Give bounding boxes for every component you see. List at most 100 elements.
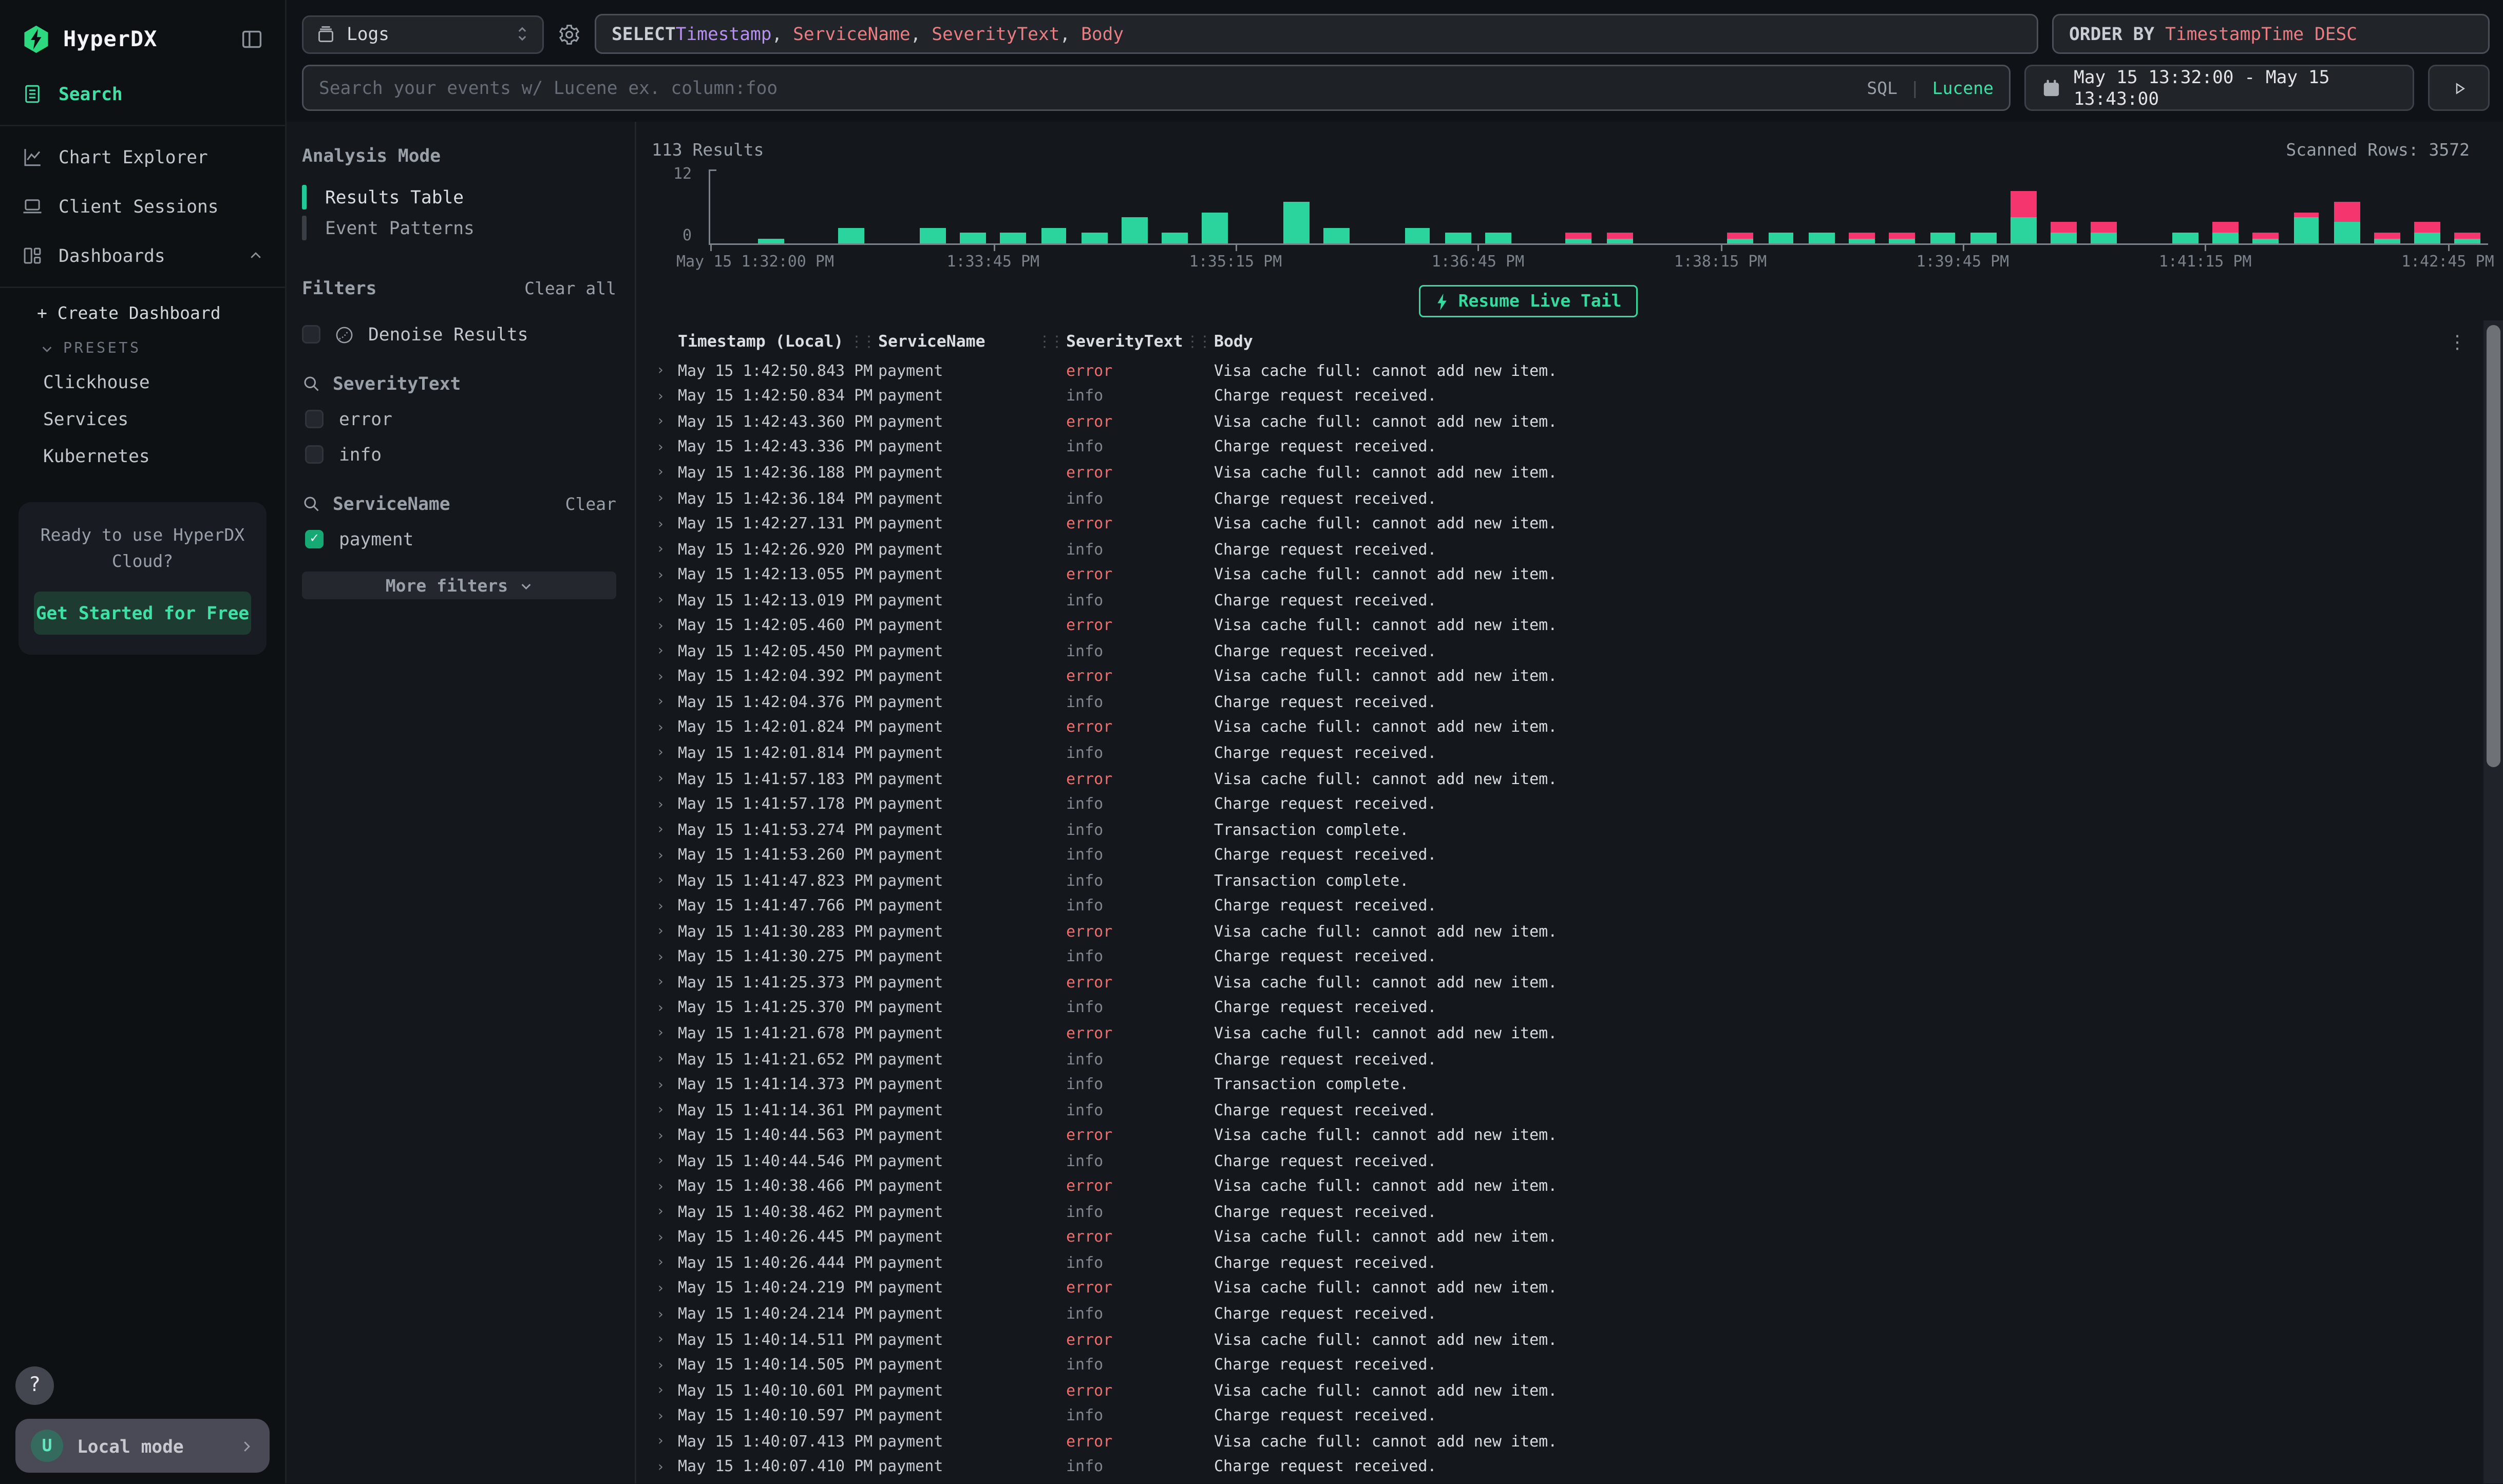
row-expand-chevron-icon[interactable]: › bbox=[652, 1383, 678, 1399]
histogram-bar[interactable] bbox=[1728, 233, 1753, 243]
sidebar-item-chart-explorer[interactable]: Chart Explorer bbox=[0, 132, 285, 182]
sidebar-collapse-icon[interactable] bbox=[240, 28, 263, 51]
table-row[interactable]: ›May 15 1:40:44.563 PMpaymenterrorVisa c… bbox=[652, 1124, 2503, 1149]
filter-option-info[interactable]: info bbox=[302, 444, 616, 465]
row-expand-chevron-icon[interactable]: › bbox=[652, 415, 678, 430]
table-row[interactable]: ›May 15 1:41:14.373 PMpaymentinfoTransac… bbox=[652, 1073, 2503, 1098]
row-expand-chevron-icon[interactable]: › bbox=[652, 568, 678, 583]
histogram-bar[interactable] bbox=[1162, 233, 1188, 243]
table-row[interactable]: ›May 15 1:41:47.766 PMpaymentinfoCharge … bbox=[652, 894, 2503, 920]
table-row[interactable]: ›May 15 1:41:30.283 PMpaymenterrorVisa c… bbox=[652, 920, 2503, 945]
row-expand-chevron-icon[interactable]: › bbox=[652, 1333, 678, 1348]
table-row[interactable]: ›May 15 1:40:38.466 PMpaymenterrorVisa c… bbox=[652, 1175, 2503, 1201]
row-expand-chevron-icon[interactable]: › bbox=[652, 848, 678, 864]
histogram-bar[interactable] bbox=[1566, 233, 1591, 243]
histogram-bar[interactable] bbox=[2051, 222, 2077, 243]
row-expand-chevron-icon[interactable]: › bbox=[652, 772, 678, 787]
table-row[interactable]: ›May 15 1:42:26.920 PMpaymentinfoCharge … bbox=[652, 537, 2503, 563]
table-row[interactable]: ›May 15 1:40:07.410 PMpaymentinfoCharge … bbox=[652, 1455, 2503, 1481]
row-expand-chevron-icon[interactable]: › bbox=[652, 1282, 678, 1297]
row-expand-chevron-icon[interactable]: › bbox=[652, 1103, 678, 1118]
row-expand-chevron-icon[interactable]: › bbox=[652, 1435, 678, 1450]
filter-option-payment[interactable]: ✓payment bbox=[302, 528, 616, 550]
table-row[interactable]: ›May 15 1:40:38.462 PMpaymentinfoCharge … bbox=[652, 1200, 2503, 1226]
table-row[interactable]: ›May 15 1:42:04.376 PMpaymentinfoCharge … bbox=[652, 690, 2503, 716]
table-row[interactable]: ›May 15 1:42:04.392 PMpaymenterrorVisa c… bbox=[652, 665, 2503, 691]
table-row[interactable]: ›May 15 1:42:13.019 PMpaymentinfoCharge … bbox=[652, 588, 2503, 614]
denoise-results-checkbox[interactable]: Denoise Results bbox=[302, 324, 616, 345]
row-expand-chevron-icon[interactable]: › bbox=[652, 1205, 678, 1221]
checkbox[interactable] bbox=[305, 410, 324, 428]
row-expand-chevron-icon[interactable]: › bbox=[652, 1358, 678, 1374]
table-row[interactable]: ›May 15 1:41:30.275 PMpaymentinfoCharge … bbox=[652, 945, 2503, 971]
filter-option-error[interactable]: error bbox=[302, 408, 616, 430]
preset-item-clickhouse[interactable]: Clickhouse bbox=[0, 364, 285, 401]
row-expand-chevron-icon[interactable]: › bbox=[652, 874, 678, 889]
histogram-bar[interactable] bbox=[1405, 227, 1430, 243]
histogram-bar[interactable] bbox=[1768, 233, 1794, 243]
row-expand-chevron-icon[interactable]: › bbox=[652, 1154, 678, 1170]
resume-live-tail-button[interactable]: Resume Live Tail bbox=[1418, 285, 1637, 317]
table-row[interactable]: ›May 15 1:41:47.823 PMpaymentinfoTransac… bbox=[652, 869, 2503, 895]
table-row[interactable]: ›May 15 1:40:10.597 PMpaymentinfoCharge … bbox=[652, 1404, 2503, 1430]
table-row[interactable]: ›May 15 1:42:05.450 PMpaymentinfoCharge … bbox=[652, 639, 2503, 665]
row-expand-chevron-icon[interactable]: › bbox=[652, 1179, 678, 1195]
run-query-button[interactable] bbox=[2428, 65, 2490, 111]
filter-clear-button[interactable]: Clear bbox=[565, 494, 616, 514]
histogram-bar[interactable] bbox=[1122, 217, 1147, 243]
lang-toggle-sql[interactable]: SQL bbox=[1867, 78, 1898, 98]
histogram-bar[interactable] bbox=[1202, 212, 1228, 244]
table-row[interactable]: ›May 15 1:40:24.214 PMpaymentinfoCharge … bbox=[652, 1302, 2503, 1328]
order-by-input[interactable]: ORDER BYTimestampTime DESC bbox=[2052, 14, 2490, 54]
row-expand-chevron-icon[interactable]: › bbox=[652, 517, 678, 532]
analysis-mode-results-table[interactable]: Results Table bbox=[302, 182, 616, 213]
histogram-bar[interactable] bbox=[960, 233, 985, 243]
table-row[interactable]: ›May 15 1:41:53.260 PMpaymentinfoCharge … bbox=[652, 843, 2503, 869]
histogram-bar[interactable] bbox=[1081, 233, 1107, 243]
table-row[interactable]: ›May 15 1:40:07.413 PMpaymenterrorVisa c… bbox=[652, 1430, 2503, 1455]
row-expand-chevron-icon[interactable]: › bbox=[652, 899, 678, 915]
row-expand-chevron-icon[interactable]: › bbox=[652, 594, 678, 609]
histogram-bar[interactable] bbox=[2091, 222, 2117, 243]
histogram-bar[interactable] bbox=[1283, 201, 1309, 243]
row-expand-chevron-icon[interactable]: › bbox=[652, 1129, 678, 1144]
column-resize-handle[interactable]: ⋮⋮ bbox=[849, 334, 870, 351]
table-row[interactable]: ›May 15 1:40:24.219 PMpaymenterrorVisa c… bbox=[652, 1277, 2503, 1302]
table-row[interactable]: ›May 15 1:42:43.360 PMpaymenterrorVisa c… bbox=[652, 410, 2503, 435]
table-row[interactable]: ›May 15 1:41:21.652 PMpaymentinfoCharge … bbox=[652, 1047, 2503, 1073]
row-expand-chevron-icon[interactable]: › bbox=[652, 1231, 678, 1246]
row-expand-chevron-icon[interactable]: › bbox=[652, 1026, 678, 1042]
row-expand-chevron-icon[interactable]: › bbox=[652, 644, 678, 660]
table-row[interactable]: ›May 15 1:41:21.678 PMpaymenterrorVisa c… bbox=[652, 1022, 2503, 1048]
account-menu[interactable]: U Local mode bbox=[15, 1419, 270, 1473]
row-expand-chevron-icon[interactable]: › bbox=[652, 823, 678, 838]
histogram-bar[interactable] bbox=[2374, 233, 2400, 243]
lang-toggle-lucene[interactable]: Lucene bbox=[1932, 78, 1994, 98]
histogram-bar[interactable] bbox=[2334, 201, 2359, 243]
histogram-bar[interactable] bbox=[1000, 233, 1026, 243]
table-row[interactable]: ›May 15 1:41:25.370 PMpaymentinfoCharge … bbox=[652, 996, 2503, 1022]
column-header-body[interactable]: Body bbox=[1214, 333, 2448, 351]
row-expand-chevron-icon[interactable]: › bbox=[652, 950, 678, 966]
table-row[interactable]: ›May 15 1:40:10.601 PMpaymenterrorVisa c… bbox=[652, 1379, 2503, 1404]
column-resize-handle[interactable]: ⋮⋮ bbox=[1037, 334, 1058, 351]
table-row[interactable]: ›May 15 1:40:14.511 PMpaymenterrorVisa c… bbox=[652, 1327, 2503, 1353]
sidebar-item-search[interactable]: Search bbox=[0, 69, 285, 119]
table-row[interactable]: ›May 15 1:41:53.274 PMpaymentinfoTransac… bbox=[652, 818, 2503, 844]
row-expand-chevron-icon[interactable]: › bbox=[652, 1409, 678, 1424]
histogram-bar[interactable] bbox=[1041, 227, 1067, 243]
histogram-bar[interactable] bbox=[1970, 233, 1996, 243]
table-row[interactable]: ›May 15 1:40:44.546 PMpaymentinfoCharge … bbox=[652, 1149, 2503, 1175]
table-row[interactable]: ›May 15 1:42:01.814 PMpaymentinfoCharge … bbox=[652, 741, 2503, 767]
checkbox[interactable] bbox=[302, 325, 320, 344]
table-row[interactable]: ›May 15 1:42:50.843 PMpaymenterrorVisa c… bbox=[652, 359, 2503, 385]
row-expand-chevron-icon[interactable]: › bbox=[652, 364, 678, 379]
histogram-bar[interactable] bbox=[2455, 233, 2480, 243]
row-expand-chevron-icon[interactable]: › bbox=[652, 1078, 678, 1093]
table-row[interactable]: ›May 15 1:42:13.055 PMpaymenterrorVisa c… bbox=[652, 563, 2503, 588]
preset-item-services[interactable]: Services bbox=[0, 401, 285, 437]
table-row[interactable]: ›May 15 1:42:05.460 PMpaymenterrorVisa c… bbox=[652, 614, 2503, 639]
table-row[interactable]: ›May 15 1:40:26.445 PMpaymenterrorVisa c… bbox=[652, 1226, 2503, 1251]
row-expand-chevron-icon[interactable]: › bbox=[652, 976, 678, 991]
histogram-bar[interactable] bbox=[2172, 233, 2198, 243]
